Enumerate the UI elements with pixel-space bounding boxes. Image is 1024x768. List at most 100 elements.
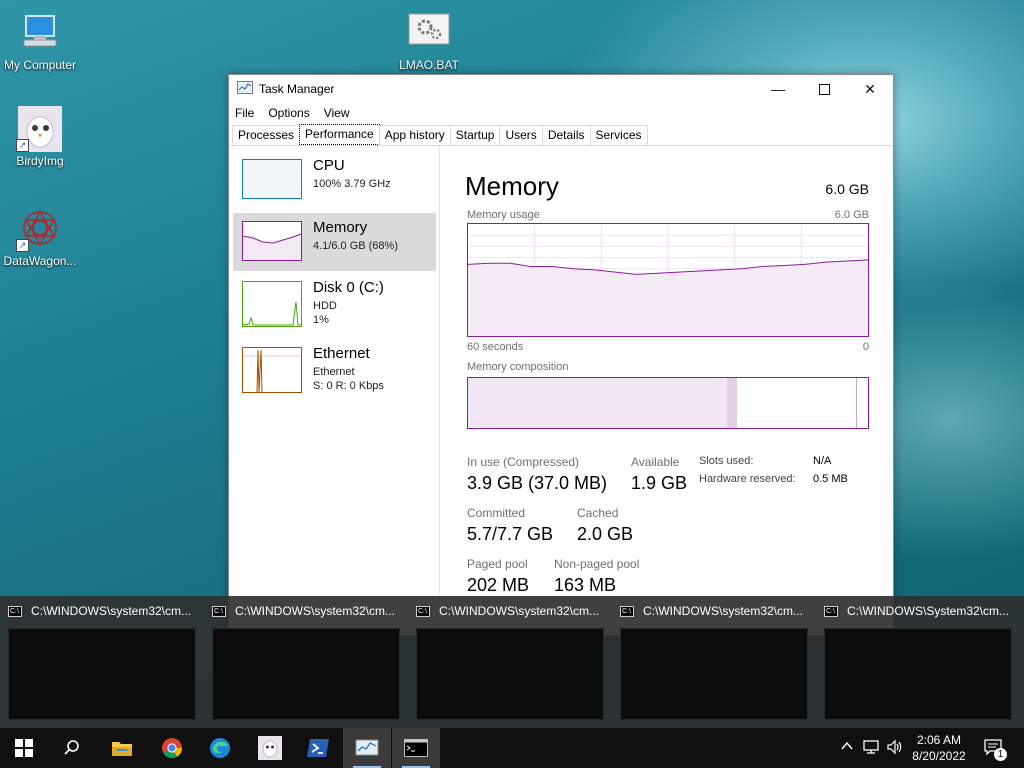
tab-performance[interactable]: Performance — [299, 124, 380, 145]
tab-users[interactable]: Users — [499, 125, 543, 145]
command-prompt-icon: C:\ — [824, 605, 838, 617]
hardware-reserved-label: Hardware reserved: — [699, 473, 796, 485]
composition-in-use — [468, 378, 728, 428]
tab-app-history[interactable]: App history — [378, 125, 451, 145]
chevron-up-icon[interactable] — [840, 739, 854, 756]
tab-processes[interactable]: Processes — [232, 125, 301, 145]
taskbar-thumbnail-previews: C:\ C:\WINDOWS\system32\cm... C:\ C:\WINDO… — [0, 596, 1024, 728]
menu-options[interactable]: Options — [268, 106, 309, 120]
taskbar: 2:06 AM 8/20/2022 1 — [0, 728, 1024, 768]
computer-icon — [16, 10, 64, 56]
command-prompt-taskbar-button[interactable] — [392, 728, 440, 768]
resource-detail: HDD — [313, 300, 337, 312]
task-manager-icon — [237, 80, 253, 98]
thumbnail-preview — [212, 628, 400, 720]
cmd-thumbnail[interactable]: C:\ C:\WINDOWS\system32\cm... — [612, 596, 812, 724]
composition-label: Memory composition — [467, 361, 569, 373]
clock-time: 2:06 AM — [916, 733, 962, 747]
thumbnail-preview — [416, 628, 604, 720]
window-title: Task Manager — [259, 82, 335, 96]
thumbnail-title: C:\WINDOWS\system32\cm... — [235, 604, 396, 618]
chrome-button[interactable] — [148, 728, 196, 768]
cached-value: 2.0 GB — [577, 524, 634, 544]
composition-standby — [736, 378, 858, 428]
edge-button[interactable] — [196, 728, 244, 768]
shortcut-arrow-icon: ↗ — [16, 139, 29, 152]
minimize-button[interactable]: — — [755, 75, 801, 103]
desktop-icon-label: LMAO.BAT — [399, 58, 459, 72]
usage-graph-max: 6.0 GB — [834, 209, 869, 221]
close-button[interactable]: ✕ — [847, 75, 893, 103]
desktop-icon-lmao-bat[interactable]: LMAO.BAT — [389, 10, 469, 72]
image-shortcut-icon: ↗ — [16, 106, 64, 152]
search-button[interactable] — [48, 728, 96, 768]
command-prompt-icon — [404, 739, 428, 757]
command-prompt-icon: C:\ — [620, 605, 634, 617]
volume-icon[interactable] — [886, 739, 904, 758]
resource-name: Disk 0 (C:) — [313, 279, 384, 296]
search-icon — [64, 740, 79, 755]
cmd-thumbnail[interactable]: C:\ C:\WINDOWS\system32\cm... — [0, 596, 200, 724]
start-button[interactable] — [0, 728, 48, 768]
tab-services[interactable]: Services — [589, 125, 648, 145]
birdyimg-button[interactable] — [246, 728, 294, 768]
menu-file[interactable]: File — [235, 106, 254, 120]
resource-item-memory[interactable]: Memory 4.1/6.0 GB (68%) — [233, 213, 436, 271]
shortcut-arrow-icon: ↗ — [16, 239, 29, 252]
thumbnail-preview — [8, 628, 196, 720]
desktop-icon-datawagon[interactable]: ↗ DataWagon... — [0, 206, 80, 268]
task-manager-icon — [355, 739, 379, 756]
network-icon[interactable] — [862, 739, 880, 758]
resource-detail: Ethernet — [313, 366, 355, 378]
memory-usage-graph — [467, 223, 869, 337]
notification-count-badge: 1 — [994, 748, 1007, 761]
clock[interactable]: 2:06 AM 8/20/2022 — [908, 732, 970, 764]
desktop-icon-birdyimg[interactable]: ↗ BirdyImg — [0, 106, 80, 168]
detail-capacity: 6.0 GB — [825, 181, 869, 197]
non-paged-pool-label: Non-paged pool — [554, 557, 640, 571]
ethernet-mini-graph — [242, 347, 302, 393]
command-prompt-icon: C:\ — [212, 605, 226, 617]
paged-pool-value: 202 MB — [467, 575, 530, 595]
detail-title: Memory — [465, 171, 559, 201]
birdyimg-icon — [258, 736, 282, 760]
cmd-thumbnail[interactable]: C:\ C:\WINDOWS\System32\cm... — [816, 596, 1016, 724]
task-manager-taskbar-button[interactable] — [343, 728, 391, 768]
batch-file-icon — [405, 10, 453, 56]
desktop-icon-label: DataWagon... — [3, 254, 77, 268]
resource-item-ethernet[interactable]: Ethernet Ethernet S: 0 R: 0 Kbps — [233, 339, 436, 397]
desktop-icon-my-computer[interactable]: My Computer — [0, 10, 80, 72]
tab-details[interactable]: Details — [541, 125, 591, 145]
powershell-icon — [307, 739, 329, 757]
desktop-icon-label: BirdyImg — [16, 154, 64, 168]
graph-time-right: 0 — [862, 341, 869, 353]
file-explorer-button[interactable] — [98, 728, 146, 768]
in-use-label: In use (Compressed) — [467, 455, 580, 469]
thumbnail-title: C:\WINDOWS\system32\cm... — [31, 604, 192, 618]
usage-graph-label: Memory usage — [467, 209, 540, 221]
powershell-button[interactable] — [294, 728, 342, 768]
resource-detail-2: S: 0 R: 0 Kbps — [313, 380, 384, 392]
title-bar[interactable]: Task Manager — ✕ — [229, 75, 893, 103]
command-prompt-icon: C:\ — [8, 605, 22, 617]
menu-view[interactable]: View — [324, 106, 350, 120]
maximize-button[interactable] — [801, 75, 847, 103]
cmd-thumbnail[interactable]: C:\ C:\WINDOWS\system32\cm... — [204, 596, 404, 724]
non-paged-pool-value: 163 MB — [554, 575, 617, 595]
notification-center-button[interactable]: 1 — [984, 738, 1007, 761]
tab-startup[interactable]: Startup — [449, 125, 501, 145]
task-manager-window[interactable]: Task Manager — ✕ File Options View Proce… — [228, 74, 894, 636]
thumbnail-title: C:\WINDOWS\system32\cm... — [643, 604, 804, 618]
edge-icon — [210, 738, 230, 758]
memory-usage-chart — [467, 224, 869, 336]
graph-time-left: 60 seconds — [467, 341, 524, 353]
slots-used-label: Slots used: — [699, 455, 754, 467]
cmd-thumbnail[interactable]: C:\ C:\WINDOWS\system32\cm... — [408, 596, 608, 724]
datawagon-shortcut-icon: ↗ — [16, 206, 64, 252]
resource-item-disk[interactable]: Disk 0 (C:) HDD 1% — [233, 273, 436, 331]
thumbnail-title: C:\WINDOWS\System32\cm... — [847, 604, 1010, 618]
menu-bar: File Options View — [229, 103, 893, 123]
start-icon — [15, 739, 33, 757]
resource-detail: 100% 3.79 GHz — [313, 178, 391, 190]
resource-item-cpu[interactable]: CPU 100% 3.79 GHz — [233, 151, 436, 209]
